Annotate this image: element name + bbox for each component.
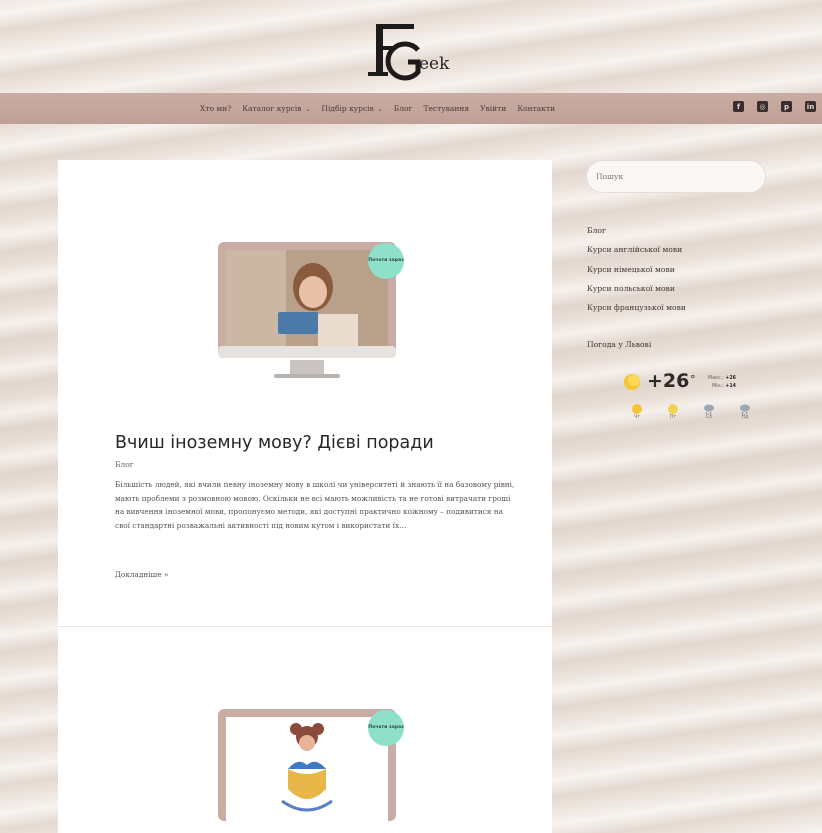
weather-widget: +26 ° Макс.: +26 Мін.: +14 Чт Пт Сб Нд (619, 368, 759, 432)
sun-icon (619, 402, 655, 415)
post-title[interactable]: Вчиш іноземну мову? Дієві поради (115, 433, 434, 453)
cloud-rain-icon (691, 402, 727, 415)
nav-item-blog[interactable]: Блог (394, 104, 413, 113)
nav-item-contacts[interactable]: Контакти (517, 104, 555, 113)
forecast-day: Сб (691, 402, 727, 420)
category-link-blog[interactable]: Блог (587, 221, 686, 240)
social-links: f ◎ p in (733, 101, 816, 112)
category-link-french[interactable]: Курси французької мови (587, 298, 686, 317)
cloud-rain-icon (727, 402, 763, 415)
forecast-day: Пт (655, 402, 691, 420)
post-card: Почати зараз (58, 627, 552, 833)
category-link-polish[interactable]: Курси польської мови (587, 279, 686, 298)
start-now-badge[interactable]: Почати зараз (368, 710, 404, 746)
nav-item-course-catalog[interactable]: Каталог курсів ⌄ (242, 104, 310, 113)
page: eek Хто ми? Каталог курсів ⌄ Підбір курс… (0, 0, 822, 833)
nav-item-about[interactable]: Хто ми? (200, 104, 231, 113)
posts-column: Почати зараз Вчиш іноземну мову? Дієві п… (58, 160, 552, 833)
start-now-badge[interactable]: Почати зараз (368, 243, 404, 279)
post-card: Почати зараз Вчиш іноземну мову? Дієві п… (58, 160, 552, 627)
current-temperature: +26 (647, 370, 690, 392)
read-more-link[interactable]: Докладніше » (115, 570, 168, 579)
instagram-icon[interactable]: ◎ (757, 101, 768, 112)
main-navigation: Хто ми? Каталог курсів ⌄ Підбір курсів ⌄… (0, 93, 822, 124)
sun-icon (655, 402, 691, 415)
temperature-unit: ° (690, 373, 696, 386)
category-link-german[interactable]: Курси німецької мови (587, 260, 686, 279)
sun-icon (624, 374, 640, 390)
site-header: eek (0, 0, 822, 92)
chevron-down-icon: ⌄ (303, 106, 311, 113)
site-logo[interactable]: eek (356, 6, 466, 86)
nav-item-course-selection[interactable]: Підбір курсів ⌄ (321, 104, 382, 113)
logo-text: eek (419, 54, 450, 74)
category-list: Блог Курси англійської мови Курси німець… (587, 221, 686, 317)
linkedin-icon[interactable]: in (805, 101, 816, 112)
weather-title: Погода у Львові (587, 340, 652, 349)
search-input[interactable] (586, 160, 766, 193)
temperature-range: Макс.: +26 Мін.: +14 (708, 376, 736, 389)
facebook-icon[interactable]: f (733, 101, 744, 112)
nav-item-testing[interactable]: Тестування (423, 104, 469, 113)
logo-monogram-icon (368, 24, 421, 81)
forecast-day: Чт (619, 402, 655, 420)
nav-item-login[interactable]: Увійти (480, 104, 506, 113)
chevron-down-icon: ⌄ (375, 106, 383, 113)
category-link-english[interactable]: Курси англійської мови (587, 240, 686, 259)
pinterest-icon[interactable]: p (781, 101, 792, 112)
forecast-day: Нд (727, 402, 763, 420)
forecast-row: Чт Пт Сб Нд (619, 402, 763, 420)
post-category[interactable]: Блог (115, 460, 134, 469)
post-excerpt: Більшість людей, які вчили певну іноземн… (115, 480, 515, 530)
